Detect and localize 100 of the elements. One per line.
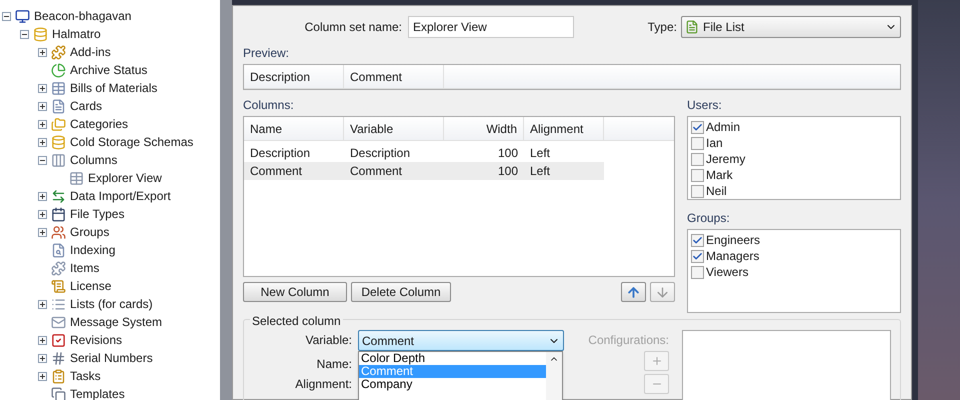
column-header[interactable]: Name bbox=[244, 117, 344, 140]
checkbox-label: Neil bbox=[706, 183, 727, 200]
expand-icon[interactable] bbox=[38, 138, 47, 146]
arrow-down-icon bbox=[655, 284, 670, 300]
column-header[interactable]: Width bbox=[444, 117, 524, 140]
checkbox-label: Admin bbox=[706, 119, 740, 136]
checkbox[interactable] bbox=[691, 120, 704, 134]
checkbox-label: Mark bbox=[706, 167, 733, 184]
expand-icon[interactable] bbox=[38, 210, 47, 218]
tree-item[interactable]: Add-ins bbox=[70, 43, 111, 61]
table-icon bbox=[69, 170, 84, 186]
tree-item[interactable]: Bills of Materials bbox=[70, 79, 158, 97]
tree-item[interactable]: Revisions bbox=[70, 331, 122, 349]
tree-item[interactable]: Serial Numbers bbox=[70, 349, 153, 367]
expand-icon[interactable] bbox=[38, 372, 47, 380]
tree-item[interactable]: Message System bbox=[70, 313, 162, 331]
checkbox-label: Engineers bbox=[706, 232, 760, 249]
scrollbar[interactable] bbox=[546, 352, 562, 400]
field-label: Name: bbox=[316, 357, 352, 371]
tree-item[interactable]: Data Import/Export bbox=[70, 187, 171, 205]
checkbox-label: Viewers bbox=[706, 264, 748, 281]
table-cell-text: Comment bbox=[249, 163, 304, 180]
database-icon bbox=[33, 26, 48, 42]
column-header[interactable]: Variable bbox=[344, 117, 444, 140]
puzzle-icon bbox=[51, 44, 66, 60]
arrows-icon bbox=[51, 188, 66, 204]
section-label: Users: bbox=[687, 97, 723, 114]
dropdown-option[interactable]: Color Depth bbox=[359, 352, 546, 365]
tree-item[interactable]: Tasks bbox=[70, 367, 101, 385]
tree-item[interactable]: Halmatro bbox=[52, 25, 101, 43]
expand-icon[interactable] bbox=[38, 228, 47, 236]
tree-item[interactable]: Lists (for cards) bbox=[70, 295, 153, 313]
mail-icon bbox=[51, 314, 66, 330]
expand-icon[interactable] bbox=[38, 120, 47, 128]
tree-item[interactable]: Columns bbox=[70, 151, 118, 169]
section-label: Columns: bbox=[243, 97, 295, 114]
tree-item[interactable]: Groups bbox=[70, 223, 110, 241]
document-icon bbox=[685, 20, 699, 34]
type-dropdown[interactable]: File List bbox=[681, 16, 901, 38]
variable-dropdown[interactable]: Comment bbox=[358, 330, 564, 351]
tree-item[interactable]: License bbox=[70, 277, 112, 295]
checkbox-label: Jeremy bbox=[706, 151, 746, 168]
expand-icon[interactable] bbox=[38, 102, 47, 110]
move-up-button[interactable] bbox=[621, 282, 646, 302]
copy-icon bbox=[51, 386, 66, 400]
check-icon bbox=[692, 234, 703, 246]
tree-item[interactable]: Beacon-bhagavan bbox=[34, 7, 132, 25]
checkbox[interactable] bbox=[691, 250, 704, 262]
section-label: Preview: bbox=[243, 45, 290, 62]
table-row[interactable]: Comment Comment 100 Left bbox=[244, 162, 604, 180]
check-icon bbox=[692, 122, 703, 132]
field-label: Variable: bbox=[306, 333, 352, 347]
calendar-icon bbox=[51, 206, 66, 222]
expand-icon[interactable] bbox=[38, 48, 47, 56]
tree-item[interactable]: Items bbox=[70, 259, 100, 277]
monitor-icon bbox=[15, 8, 30, 24]
tree-item[interactable]: Categories bbox=[70, 115, 128, 133]
collapse-icon[interactable] bbox=[20, 30, 29, 38]
checkbox[interactable] bbox=[691, 168, 704, 182]
checkbox[interactable] bbox=[691, 266, 704, 278]
checkbox[interactable] bbox=[691, 234, 704, 246]
table-cell-text: Left bbox=[529, 163, 552, 180]
tree-item[interactable]: Explorer View bbox=[88, 169, 162, 187]
tree-item[interactable]: File Types bbox=[70, 205, 124, 223]
database-icon bbox=[51, 134, 66, 150]
checkbox[interactable] bbox=[691, 136, 704, 150]
column-set-name-field[interactable]: Explorer View bbox=[408, 16, 574, 38]
field-label: Type: bbox=[648, 19, 678, 36]
table-cell-text: Comment bbox=[349, 163, 404, 180]
list-icon bbox=[51, 296, 66, 312]
dropdown-option[interactable]: Company bbox=[359, 378, 546, 391]
checkbox[interactable] bbox=[691, 184, 704, 198]
expand-icon[interactable] bbox=[38, 300, 47, 308]
file-search-icon bbox=[51, 242, 66, 258]
field-label: Configurations: bbox=[588, 332, 669, 349]
checkbox-label: Ian bbox=[706, 135, 723, 152]
tree-item[interactable]: Cold Storage Schemas bbox=[70, 133, 194, 151]
delete-column-button[interactable]: Delete Column bbox=[351, 282, 451, 302]
checkbox[interactable] bbox=[691, 152, 704, 166]
move-down-button[interactable] bbox=[650, 282, 675, 302]
columns-icon bbox=[51, 152, 66, 168]
column-header[interactable]: Alignment bbox=[524, 117, 604, 140]
clipboard-icon bbox=[51, 368, 66, 384]
new-column-button[interactable]: New Column bbox=[243, 282, 347, 302]
puzzle-icon bbox=[51, 260, 66, 276]
tree-item[interactable]: Cards bbox=[70, 97, 102, 115]
pie-chart-icon bbox=[51, 62, 66, 78]
expand-icon[interactable] bbox=[38, 336, 47, 344]
plus-icon bbox=[650, 355, 662, 367]
expand-icon[interactable] bbox=[38, 354, 47, 362]
tree-item[interactable]: Archive Status bbox=[70, 61, 148, 79]
tree-item[interactable]: Indexing bbox=[70, 241, 116, 259]
section-label: Groups: bbox=[687, 210, 731, 227]
collapse-icon[interactable] bbox=[2, 12, 11, 20]
folders-icon bbox=[51, 116, 66, 132]
collapse-icon[interactable] bbox=[38, 156, 47, 164]
expand-icon[interactable] bbox=[38, 192, 47, 200]
table-cell-text: Description bbox=[349, 145, 412, 162]
check-icon bbox=[692, 250, 703, 262]
expand-icon[interactable] bbox=[38, 84, 47, 92]
